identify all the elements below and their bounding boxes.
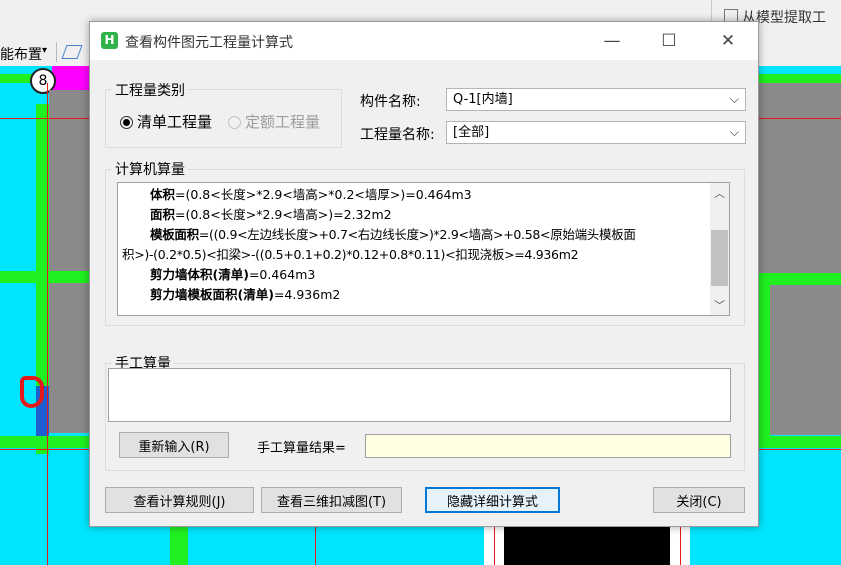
calc-line-formwork-cont: 积>)-(0.2*0.5)<扣梁>-((0.5+0.1+0.2)*0.12+0.… bbox=[122, 247, 579, 262]
beam-line-right bbox=[757, 74, 841, 83]
component-name-select[interactable]: Q-1[内墙] ⌵ bbox=[446, 88, 746, 111]
slab-gray-right-upper bbox=[757, 83, 841, 278]
axis-line-vertical bbox=[47, 83, 48, 565]
scroll-up-icon[interactable]: ︿ bbox=[714, 185, 725, 201]
maximize-icon: ☐ bbox=[661, 31, 677, 51]
axis-line-horizontal-lower bbox=[0, 449, 89, 450]
close-icon: ✕ bbox=[720, 31, 736, 51]
slab-gray-lower bbox=[49, 283, 89, 433]
quantity-name-value: [全部] bbox=[453, 125, 490, 140]
calc-formula-textarea[interactable]: 体积=(0.8<长度>*2.9<墙高>*0.2<墙厚>)=0.464m3 面积=… bbox=[117, 182, 730, 316]
calc-line-formwork: 模板面积=((0.9<左边线长度>+0.7<右边线长度>)*2.9<墙高>+0.… bbox=[150, 227, 636, 242]
manual-result-field[interactable] bbox=[365, 434, 731, 458]
axis-line-bottom-3 bbox=[680, 524, 681, 565]
manual-result-label: 手工算量结果= bbox=[257, 441, 346, 456]
calc-line-volume: 体积=(0.8<长度>*2.9<墙高>*0.2<墙厚>)=0.464m3 bbox=[150, 187, 472, 202]
beam-green-middle bbox=[0, 271, 89, 283]
radio-quota-label: 定额工程量 bbox=[245, 113, 321, 131]
component-name-value: Q-1[内墙] bbox=[453, 92, 513, 107]
vertical-scrollbar[interactable]: ︿ ﹀ bbox=[710, 183, 729, 315]
hide-detail-formula-button[interactable]: 隐藏详细计算式 bbox=[425, 487, 560, 513]
computer-calc-label: 计算机算量 bbox=[112, 159, 188, 179]
dialog-titlebar[interactable]: H 查看构件图元工程量计算式 — ☐ ✕ bbox=[90, 22, 758, 60]
radio-bill-quantity[interactable]: 清单工程量 bbox=[120, 111, 212, 132]
quantity-type-label: 工程量类别 bbox=[112, 80, 188, 100]
beam-green-right-lower bbox=[757, 436, 841, 448]
radio-bill-label: 清单工程量 bbox=[137, 113, 213, 131]
calc-formula-text: 体积=(0.8<长度>*2.9<墙高>*0.2<墙厚>)=0.464m3 面积=… bbox=[122, 185, 708, 305]
close-window-button[interactable]: ✕ bbox=[700, 22, 756, 60]
chevron-down-icon[interactable]: ▾ bbox=[42, 45, 47, 56]
scroll-down-icon[interactable]: ﹀ bbox=[714, 297, 725, 313]
opening-black-bottom bbox=[504, 524, 670, 565]
calc-formula-dialog: H 查看构件图元工程量计算式 — ☐ ✕ 工程量类别 清单工程量 定额工程量 构… bbox=[89, 21, 759, 527]
manual-calc-input[interactable] bbox=[108, 368, 731, 422]
radio-quota-quantity[interactable]: 定额工程量 bbox=[228, 111, 320, 132]
radio-selected-icon bbox=[120, 116, 133, 129]
view-3d-deduction-button[interactable]: 查看三维扣减图(T) bbox=[261, 487, 402, 513]
scrollbar-thumb[interactable] bbox=[711, 230, 728, 286]
layout-menu-label[interactable]: 能布置 bbox=[0, 44, 42, 64]
calc-line-shearwall-volume: 剪力墙体积(清单)=0.464m3 bbox=[150, 267, 316, 282]
axis-line-bottom bbox=[315, 524, 316, 565]
axis-line-bottom-2 bbox=[494, 524, 495, 565]
reenter-button[interactable]: 重新输入(R) bbox=[119, 432, 229, 458]
beam-green-lower bbox=[0, 436, 89, 448]
quantity-name-select[interactable]: [全部] ⌵ bbox=[446, 121, 746, 144]
beam-green-right bbox=[757, 273, 841, 285]
slab-gray-right-lower bbox=[770, 285, 841, 435]
maximize-button[interactable]: ☐ bbox=[641, 22, 697, 60]
close-button[interactable]: 关闭(C) bbox=[653, 487, 745, 513]
component-name-label: 构件名称: bbox=[360, 94, 421, 110]
axis-line-right bbox=[757, 118, 841, 119]
chevron-down-icon: ⌵ bbox=[729, 125, 739, 139]
view-calc-rules-button[interactable]: 查看计算规则(J) bbox=[105, 487, 254, 513]
quantity-name-label: 工程量名称: bbox=[360, 127, 435, 143]
markup-annotation bbox=[20, 376, 44, 408]
minimize-button[interactable]: — bbox=[584, 22, 640, 60]
chevron-down-icon: ⌵ bbox=[729, 92, 739, 106]
column-green-bottom bbox=[170, 524, 188, 565]
axis-line-right-lower bbox=[757, 449, 841, 450]
calc-line-shearwall-formwork: 剪力墙模板面积(清单)=4.936m2 bbox=[150, 287, 341, 302]
dialog-title: 查看构件图元工程量计算式 bbox=[125, 35, 293, 51]
calc-line-area: 面积=(0.8<长度>*2.9<墙高>)=2.32m2 bbox=[150, 207, 392, 222]
minimize-icon: — bbox=[603, 31, 621, 51]
radio-unselected-icon bbox=[228, 116, 241, 129]
app-icon: H bbox=[101, 32, 118, 49]
axis-line-horizontal bbox=[0, 118, 89, 119]
toolbar-divider bbox=[56, 42, 57, 62]
shape-tool-icon[interactable] bbox=[61, 45, 83, 59]
